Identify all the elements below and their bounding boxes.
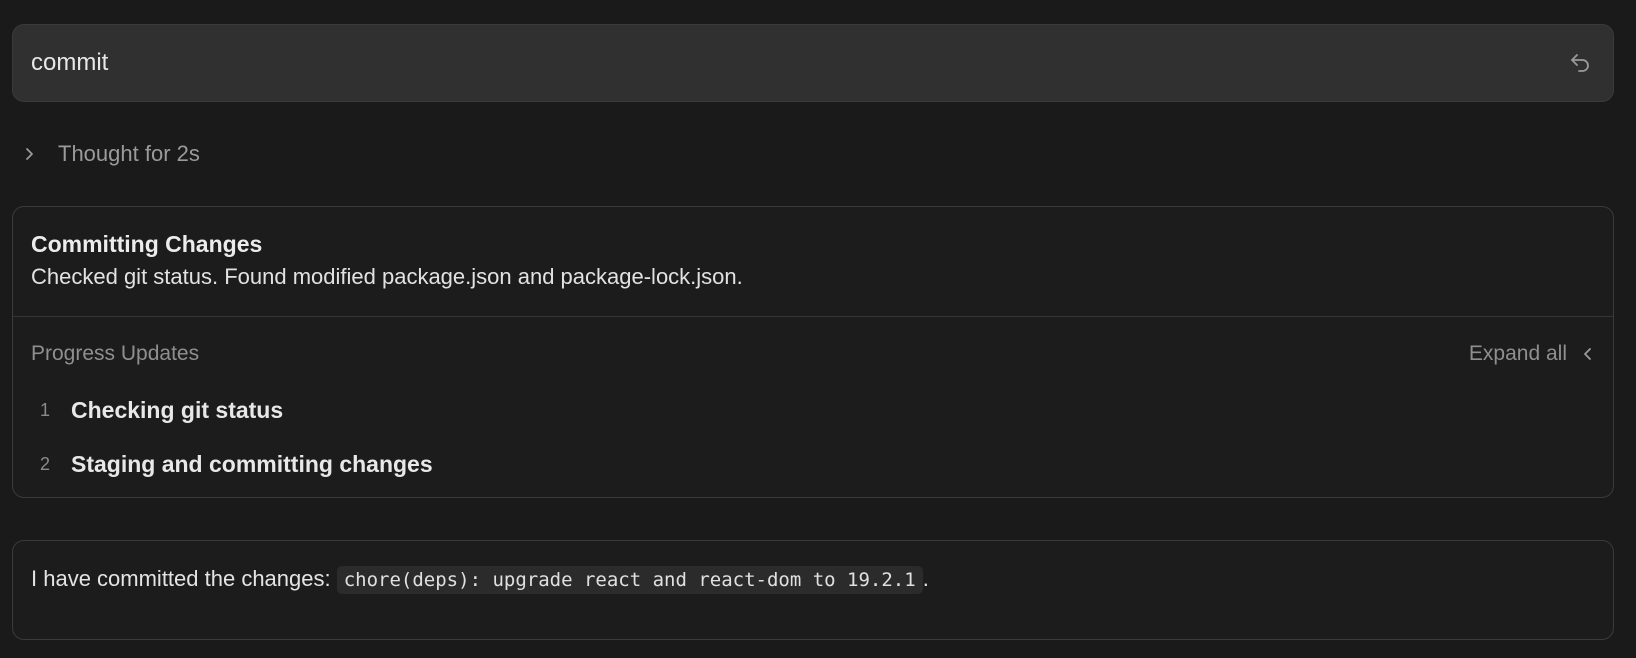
expand-all-label: Expand all xyxy=(1468,342,1567,365)
chevron-left-icon xyxy=(1584,348,1591,360)
progress-item[interactable]: 2 Staging and committing changes xyxy=(31,437,1595,491)
progress-item-label: Checking git status xyxy=(71,396,284,423)
progress-header: Progress Updates Expand all xyxy=(31,339,1595,369)
undo-icon xyxy=(1571,54,1589,72)
response-prefix: I have committed the changes: xyxy=(31,566,337,591)
progress-item-label: Staging and committing changes xyxy=(71,450,433,477)
task-summary: Checked git status. Found modified packa… xyxy=(31,264,743,289)
commit-message-code: chore(deps): upgrade react and react-dom… xyxy=(336,566,923,594)
thought-toggle[interactable]: Thought for 2s xyxy=(20,136,200,172)
thought-label: Thought for 2s xyxy=(58,141,200,166)
progress-updates: Progress Updates Expand all 1 Checking g… xyxy=(13,317,1613,491)
task-card-header: Committing Changes Checked git status. F… xyxy=(13,207,1613,317)
chat-thread: commit Thought for 2s Committing Changes… xyxy=(0,0,1636,658)
response-suffix: . xyxy=(922,566,929,591)
expand-all-button[interactable]: Expand all xyxy=(1469,342,1595,366)
user-prompt-text: commit xyxy=(31,49,109,76)
progress-item[interactable]: 1 Checking git status xyxy=(31,383,1595,437)
task-title: Committing Changes xyxy=(31,231,263,257)
user-prompt-bubble: commit xyxy=(12,24,1614,102)
response-text: I have committed the changes: chore(deps… xyxy=(31,561,1595,598)
progress-list: 1 Checking git status 2 Staging and comm… xyxy=(31,383,1595,491)
assistant-response: I have committed the changes: chore(deps… xyxy=(12,540,1614,640)
progress-item-number: 2 xyxy=(39,453,50,474)
undo-button[interactable] xyxy=(1565,48,1595,78)
progress-item-number: 1 xyxy=(39,399,50,420)
progress-title: Progress Updates xyxy=(31,342,200,365)
chevron-right-icon xyxy=(20,145,38,163)
task-card: Committing Changes Checked git status. F… xyxy=(12,206,1614,498)
